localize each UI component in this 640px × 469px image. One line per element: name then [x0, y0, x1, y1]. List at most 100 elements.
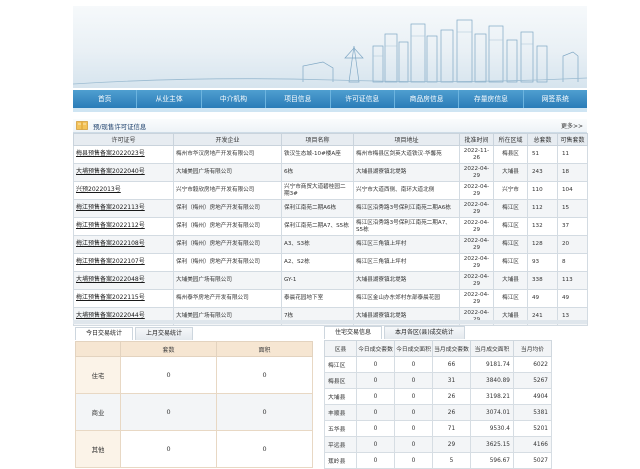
row-label: 其他 [75, 430, 121, 468]
cell-today-area: 0 [394, 404, 433, 421]
cell-permit-no[interactable]: 大埔预售备案2022048号 [73, 271, 174, 290]
permit-table-header: 许可证号 开发企业 项目名称 项目地址 批准时间 所在区域 总套数 可售套数 [73, 133, 588, 146]
col-district: 区县 [324, 340, 357, 357]
monthly-header: 区县 今日成交套数 今日成交面积 当月成交套数 当月成交面积 当月均价 [324, 340, 552, 357]
cell-total-units: 93 [527, 253, 558, 272]
cell-address: 梅州市梅县区剑英大道铁汉·华馨苑 [353, 145, 460, 164]
cell-units: 0 [120, 430, 217, 468]
cell-month-area: 3840.89 [470, 372, 514, 389]
nav-underline [73, 108, 587, 112]
nav-home[interactable]: 首页 [73, 90, 138, 108]
cell-available-units: 11 [557, 145, 588, 164]
tab-district-monthly[interactable]: 本月各区(县)成交统计 [384, 326, 465, 339]
cell-units: 0 [120, 356, 217, 394]
cell-approval-date: 2022-04-29 [459, 289, 494, 308]
daily-col-units: 套数 [120, 341, 217, 357]
cell-permit-no[interactable]: 兴预2022013号 [73, 181, 174, 200]
nav-permits[interactable]: 许可证信息 [331, 90, 395, 108]
col-approval-date: 批准时间 [459, 133, 494, 146]
cell-avg-price: 5267 [513, 372, 552, 389]
cell-address: 梅江区三角镇上坪村 [353, 235, 460, 254]
cell-address: 梅江区沿秀路3号保利江南苑二期A7、S5栋 [353, 217, 460, 236]
cell-permit-no[interactable]: 梅江预售备案2022113号 [73, 199, 174, 218]
table-row: 五华县 0 0 71 9530.4 5201 [324, 420, 552, 437]
col-today-units: 今日成交套数 [356, 340, 395, 357]
cell-district: 梅江区 [493, 199, 528, 218]
cell-today-units: 0 [356, 452, 395, 469]
cell-today-area: 0 [394, 452, 433, 469]
cell-project: 兴宁市商贸大道碧桂园二期3# [281, 181, 354, 200]
permit-section-header: 预/现售许可证信息 更多>> [73, 119, 587, 133]
cell-permit-no[interactable]: 大埔预售备案2022040号 [73, 163, 174, 182]
table-row: 大埔预售备案2022048号 大埔美园广场有限公司 GY-1 大埔县湖寮镇北堤路 202… [73, 271, 588, 290]
cell-month-units: 71 [432, 420, 471, 437]
nav-agencies[interactable]: 中介机构 [202, 90, 267, 108]
cell-total-units: 132 [527, 217, 558, 236]
cell-permit-no[interactable]: 梅江预售备案2022115号 [73, 289, 174, 308]
cell-available-units: 8 [557, 253, 588, 272]
cell-address: 大埔县湖寮镇北堤路 [353, 271, 460, 290]
cell-permit-no[interactable]: 梅江预售备案2022112号 [73, 217, 174, 236]
cell-area: 0 [216, 356, 313, 394]
cell-today-area: 0 [394, 436, 433, 453]
cell-permit-no[interactable]: 梅江预售备案2022107号 [73, 253, 174, 272]
table-row: 蕉岭县 0 0 5 596.67 5027 [324, 452, 552, 469]
cell-total-units: 51 [527, 145, 558, 164]
tab-last-month-stats[interactable]: 上月交易统计 [135, 327, 194, 340]
cell-district: 梅县区 [324, 372, 357, 389]
monthly-stats-table: 区县 今日成交套数 今日成交面积 当月成交套数 当月成交面积 当月均价 梅江区 0… [324, 340, 552, 469]
cell-district: 五华县 [324, 420, 357, 437]
cell-available-units: 113 [557, 271, 588, 290]
cell-month-area: 9181.74 [470, 356, 514, 373]
cell-today-units: 0 [356, 388, 395, 405]
cell-project: A2、S2栋 [281, 253, 354, 272]
cell-district: 梅江区 [493, 235, 528, 254]
nav-new-housing[interactable]: 商品房信息 [395, 90, 460, 108]
cell-developer: 梅州市华汉房地产开发有限公司 [173, 145, 282, 164]
cell-developer: 大埔美园广场有限公司 [173, 163, 282, 182]
cell-today-area: 0 [394, 388, 433, 405]
table-row: 梅江预售备案2022112号 保利（梅州）房地产开发有限公司 保利江南苑二期A7、S… [73, 217, 588, 236]
cell-address: 梅江区金山办东郊村东部泰晨花园 [353, 289, 460, 308]
cell-district: 大埔县 [493, 163, 528, 182]
col-available-units: 可售套数 [557, 133, 588, 146]
cell-total-units: 110 [527, 181, 558, 200]
cell-available-units: 49 [557, 289, 588, 308]
page-container: 首页 从业主体 中介机构 项目信息 许可证信息 商品房信息 存量房信息 网签系统… [73, 6, 588, 469]
cell-area: 0 [216, 393, 313, 431]
cell-units: 0 [120, 393, 217, 431]
table-row: 梅江预售备案2022115号 梅州泰华房地产开发有限公司 泰晨花园地下室 梅江区金山办… [73, 289, 588, 308]
more-link[interactable]: 更多>> [561, 121, 583, 130]
cell-developer: 梅州泰华房地产开发有限公司 [173, 289, 282, 308]
cell-avg-price: 6022 [513, 356, 552, 373]
cell-approval-date: 2022-04-29 [459, 235, 494, 254]
nav-online-signing[interactable]: 网签系统 [524, 90, 587, 108]
cell-district: 大埔县 [324, 388, 357, 405]
tab-residential-trades[interactable]: 住宅交易信息 [324, 326, 383, 339]
col-total-units: 总套数 [527, 133, 558, 146]
cell-district: 蕉岭县 [324, 452, 357, 469]
cell-project: A3、S3栋 [281, 235, 354, 254]
cell-avg-price: 5381 [513, 404, 552, 421]
cell-month-units: 26 [432, 388, 471, 405]
cell-month-units: 31 [432, 372, 471, 389]
nav-projects[interactable]: 项目信息 [266, 90, 331, 108]
cell-available-units: 15 [557, 199, 588, 218]
cell-today-area: 0 [394, 372, 433, 389]
nav-practitioners[interactable]: 从业主体 [137, 90, 202, 108]
cell-permit-no[interactable]: 梅县预售备案2022023号 [73, 145, 174, 164]
tab-today-stats[interactable]: 今日交易统计 [75, 327, 134, 340]
daily-stats-table: 套数 面积 住宅 0 0 商业 0 0 其他 0 0 [75, 341, 313, 468]
cell-permit-no[interactable]: 梅江预售备案2022108号 [73, 235, 174, 254]
table-row: 商业 0 0 [75, 393, 313, 431]
cell-available-units: 37 [557, 217, 588, 236]
cell-address: 梅江区三角镇上坪村 [353, 253, 460, 272]
nav-existing-housing[interactable]: 存量房信息 [459, 90, 524, 108]
cell-developer: 保利（梅州）房地产开发有限公司 [173, 199, 282, 218]
cell-avg-price: 5027 [513, 452, 552, 469]
cell-project: 铁汉生态城-10#楼A座 [281, 145, 354, 164]
cell-developer: 保利（梅州）房地产开发有限公司 [173, 253, 282, 272]
row-label: 住宅 [75, 356, 121, 394]
table-row: 梅江预售备案2022113号 保利（梅州）房地产开发有限公司 保利江南苑二期A6栋梅… [73, 199, 588, 218]
monthly-tabs: 住宅交易信息 本月各区(县)成交统计 [324, 326, 465, 339]
